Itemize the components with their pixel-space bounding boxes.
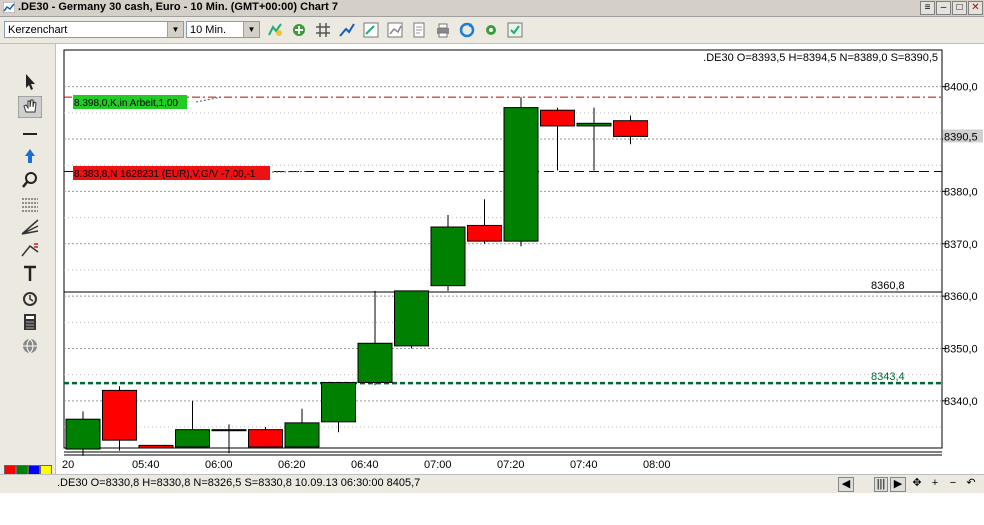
candle-body: [540, 109, 575, 127]
fan-icon[interactable]: [20, 216, 40, 236]
move-icon[interactable]: ✥: [910, 477, 924, 490]
candle-body: [284, 422, 320, 448]
x-tick-label: 07:40: [570, 459, 598, 471]
trend-icon[interactable]: [338, 21, 356, 39]
scroll-right-button[interactable]: ▶: [890, 477, 906, 492]
chart-toolbar: Kerzenchart ▼ 10 Min. ▼: [0, 17, 984, 44]
line-tool-icon[interactable]: [20, 124, 40, 144]
chart-area[interactable]: 8340,0 8350,0 8360,0 8370,0 8380,0 8390,5 8400…: [56, 44, 984, 474]
regression-icon[interactable]: [20, 240, 40, 260]
status-text: .DE30 O=8330,8 H=8330,8 N=8326,5 S=8330,…: [57, 477, 421, 489]
plot-frame: [63, 49, 943, 449]
arrow-up-icon[interactable]: [20, 146, 40, 166]
interval-select[interactable]: 10 Min. ▼: [186, 21, 260, 38]
x-tick-label: 06:00: [205, 459, 233, 471]
calculator-icon[interactable]: [20, 312, 40, 332]
position-label: 8.383,8,N 1628231 (EUR),V,G/V -7,00,-1: [74, 169, 256, 180]
chart-type-value: Kerzenchart: [8, 24, 68, 36]
fibonacci-icon[interactable]: [20, 194, 40, 214]
window-title: .DE30 - Germany 30 cash, Euro - 10 Min. …: [18, 1, 339, 13]
y-tick-label: 8370,0: [944, 239, 978, 251]
x-tick-label: 06:40: [351, 459, 379, 471]
window-titlebar: .DE30 - Germany 30 cash, Euro - 10 Min. …: [0, 0, 984, 17]
candle-body: [394, 290, 429, 347]
x-tick-label: 07:00: [424, 459, 452, 471]
chevron-down-icon[interactable]: ▼: [167, 22, 183, 37]
y-tick-label: 8360,0: [944, 291, 978, 303]
alert-line-label: 8343,4: [871, 371, 905, 383]
candle-body: [467, 224, 502, 242]
indicator-icon[interactable]: [266, 21, 284, 39]
print-icon[interactable]: [434, 21, 452, 39]
y-tick-label: 8390,5: [944, 131, 978, 143]
scroll-thumb[interactable]: |||: [874, 477, 888, 492]
refresh-icon[interactable]: [458, 21, 476, 39]
globe-icon[interactable]: [20, 336, 40, 356]
x-tick-label: 05:40: [132, 459, 160, 471]
scroll-left-button[interactable]: ◀: [838, 477, 854, 492]
close-button[interactable]: ✕: [968, 1, 983, 15]
check-icon[interactable]: [506, 21, 524, 39]
y-tick-label: 8380,0: [944, 186, 978, 198]
order-label: 8.398,0,K,in Arbeit,1,00: [74, 98, 178, 109]
menu-button[interactable]: ≡: [920, 1, 935, 15]
candle-body: [248, 429, 283, 448]
alarm-icon[interactable]: [20, 288, 40, 308]
hand-icon[interactable]: [18, 96, 42, 118]
chevron-down-icon[interactable]: ▼: [243, 22, 259, 37]
text-tool-icon[interactable]: [20, 264, 40, 284]
y-tick-label: 8400,0: [944, 82, 978, 94]
position-connector: [271, 170, 307, 173]
document-icon[interactable]: [410, 21, 428, 39]
bottom-margin: [0, 493, 984, 525]
grid-icon[interactable]: [314, 21, 332, 39]
x-tick-label: 06:20: [278, 459, 306, 471]
chart-header: .DE30 O=8393,5 H=8394,5 N=8389,0 S=8390,…: [703, 52, 938, 64]
zoom-out-icon[interactable]: −: [946, 477, 960, 490]
candle-body: [211, 429, 247, 432]
candle-body: [613, 120, 648, 137]
maximize-button[interactable]: □: [952, 1, 967, 15]
x-tick-label: 20: [62, 459, 74, 471]
drawing-toolbar: [0, 44, 56, 492]
pointer-icon[interactable]: [20, 72, 40, 92]
candle-body: [65, 418, 101, 450]
interval-value: 10 Min.: [190, 24, 227, 36]
candle-body: [102, 389, 137, 441]
x-tick-label: 07:20: [497, 459, 525, 471]
minimize-button[interactable]: –: [936, 1, 951, 15]
candle-body: [175, 429, 210, 448]
edit-icon[interactable]: [362, 21, 380, 39]
candlestick-chart[interactable]: 8340,0 8350,0 8360,0 8370,0 8380,0 8390,5 8400…: [56, 44, 984, 474]
x-tick-label: 08:00: [643, 459, 671, 471]
candle-body: [138, 444, 174, 449]
chart-type-select[interactable]: Kerzenchart ▼: [4, 21, 184, 38]
chart-template-icon[interactable]: [386, 21, 404, 39]
horizontal-line-label: 8360,8: [871, 280, 905, 292]
settings-icon[interactable]: [482, 21, 500, 39]
y-tick-label: 8350,0: [944, 344, 978, 356]
candle-body: [576, 122, 612, 127]
zoom-icon[interactable]: [20, 170, 40, 190]
candle-body: [503, 107, 539, 242]
candle-body: [357, 342, 393, 384]
status-bar: .DE30 O=8330,8 H=8330,8 N=8326,5 S=8330,…: [0, 474, 984, 493]
y-tick-label: 8340,0: [944, 396, 978, 408]
add-study-icon[interactable]: [290, 21, 308, 39]
chart-app-icon: [3, 2, 15, 13]
candle-body: [321, 382, 356, 423]
candle-body: [430, 226, 466, 287]
zoom-in-icon[interactable]: +: [928, 477, 942, 490]
reset-zoom-icon[interactable]: ↶: [964, 477, 978, 490]
